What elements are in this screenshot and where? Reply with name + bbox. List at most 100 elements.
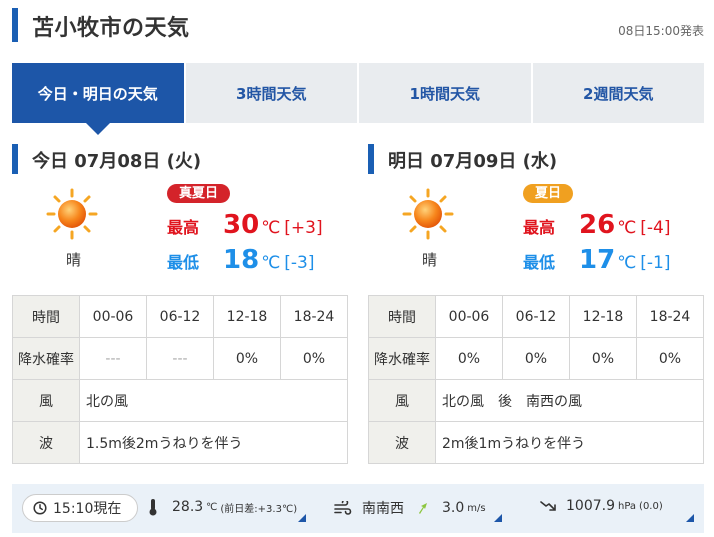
title-accent-bar — [12, 8, 18, 42]
period-cell: 12-18 — [569, 295, 637, 338]
rain-cell: 0% — [636, 337, 704, 380]
table-row: 風 北の風 後 南西の風 — [368, 379, 704, 422]
forecast-table: 時間 00-06 06-12 12-18 18-24 降水確率 0% 0% 0%… — [368, 295, 704, 464]
tab-3hour[interactable]: 3時間天気 — [185, 63, 359, 123]
table-row: 降水確率 --- --- 0% 0% — [12, 337, 348, 380]
clock-icon — [33, 501, 47, 515]
high-temp: 26 — [579, 210, 616, 240]
corner-arrow-icon — [686, 514, 694, 522]
period-cell: 18-24 — [280, 295, 348, 338]
wind-speed: 3.0 — [442, 500, 465, 516]
tomorrow-forecast: 明日 07月09日 (水) 晴 夏日 最高 26 ℃ [-4] 最低 17 ℃ … — [368, 144, 704, 464]
tab-2week[interactable]: 2週間天気 — [532, 63, 704, 123]
forecast-table: 時間 00-06 06-12 12-18 18-24 降水確率 --- --- … — [12, 295, 348, 464]
wind-cell: 北の風 — [79, 379, 348, 422]
low-label: 最低 — [523, 253, 556, 272]
time-header: 時間 — [12, 295, 80, 338]
wave-header: 波 — [368, 421, 436, 464]
wave-cell: 1.5m後2mうねりを伴う — [79, 421, 348, 464]
pressure-diff: (0.0) — [639, 500, 663, 512]
observation-time-button[interactable]: 15:10現在 — [22, 494, 138, 522]
rain-cell: 0% — [280, 337, 348, 380]
day-heading: 今日 07月08日 (火) — [12, 144, 348, 174]
high-temp-row: 最高 30 ℃ [+3] — [167, 210, 323, 242]
high-diff: [+3] — [284, 218, 323, 238]
forecast-tabs: 今日・明日の天気 3時間天気 1時間天気 2週間天気 — [12, 63, 704, 135]
table-row: 波 2m後1mうねりを伴う — [368, 421, 704, 464]
wind-header: 風 — [12, 379, 80, 422]
weather-label: 晴 — [422, 251, 438, 269]
issued-time: 08日15:00発表 — [618, 24, 704, 38]
pressure-value: 1007.9 — [566, 498, 615, 514]
low-diff: [-1] — [640, 253, 671, 273]
heading-accent-bar — [12, 144, 18, 174]
wind-header: 風 — [368, 379, 436, 422]
table-row: 波 1.5m後2mうねりを伴う — [12, 421, 348, 464]
rain-cell: 0% — [569, 337, 637, 380]
low-temp: 18 — [223, 245, 260, 275]
wind-cell: 北の風 後 南西の風 — [435, 379, 704, 422]
period-cell: 06-12 — [146, 295, 214, 338]
current-temp: 28.3 — [172, 499, 204, 515]
tab-1hour[interactable]: 1時間天気 — [359, 63, 533, 123]
period-cell: 06-12 — [502, 295, 570, 338]
high-label: 最高 — [167, 218, 200, 237]
period-cell: 00-06 — [435, 295, 503, 338]
sun-icon — [46, 188, 98, 240]
day-title: 明日 07月09日 (水) — [388, 151, 558, 172]
rain-cell: --- — [79, 337, 147, 380]
table-row: 降水確率 0% 0% 0% 0% — [368, 337, 704, 380]
low-temp-row: 最低 17 ℃ [-1] — [523, 245, 671, 277]
current-observation-bar: 15:10現在 28.3 ℃ (前日差:+3.3℃) 南南西 3.0 m/s 1… — [12, 484, 704, 533]
tab-label: 1時間天気 — [409, 84, 480, 103]
pressure-unit: hPa — [618, 500, 637, 512]
tab-label: 2週間天気 — [583, 84, 654, 103]
heading-accent-bar — [368, 144, 374, 174]
rain-cell: 0% — [435, 337, 503, 380]
thermometer-icon — [149, 499, 157, 516]
temp-diff: (前日差:+3.3℃) — [220, 503, 298, 515]
high-temp-row: 最高 26 ℃ [-4] — [523, 210, 671, 242]
sun-icon — [402, 188, 454, 240]
temperature-item[interactable]: 28.3 ℃ (前日差:+3.3℃) — [148, 498, 297, 516]
low-temp: 17 — [579, 245, 616, 275]
high-diff: [-4] — [640, 218, 671, 238]
rain-header: 降水確率 — [368, 337, 436, 380]
wind-item[interactable]: 南南西 3.0 m/s — [334, 498, 486, 518]
table-row: 風 北の風 — [12, 379, 348, 422]
rain-cell: 0% — [213, 337, 281, 380]
pressure-trend-icon — [540, 501, 556, 511]
corner-arrow-icon — [494, 514, 502, 522]
rain-cell: --- — [146, 337, 214, 380]
temp-unit: ℃ — [261, 253, 281, 273]
tab-label: 今日・明日の天気 — [37, 84, 158, 103]
wind-direction: 南南西 — [362, 501, 404, 517]
wind-icon — [334, 501, 352, 515]
temp-unit: ℃ — [206, 501, 218, 513]
rain-header: 降水確率 — [12, 337, 80, 380]
wind-direction-arrow-icon — [419, 503, 427, 514]
pressure-item[interactable]: 1007.9 hPa (0.0) — [540, 498, 663, 514]
temp-unit: ℃ — [617, 218, 637, 238]
temp-unit: ℃ — [617, 253, 637, 273]
table-row: 時間 00-06 06-12 12-18 18-24 — [368, 295, 704, 338]
high-temp: 30 — [223, 210, 260, 240]
tab-today-tomorrow[interactable]: 今日・明日の天気 — [12, 63, 186, 135]
low-diff: [-3] — [284, 253, 315, 273]
high-label: 最高 — [523, 218, 556, 237]
active-tab-arrow — [85, 123, 110, 135]
table-row: 時間 00-06 06-12 12-18 18-24 — [12, 295, 348, 338]
period-cell: 00-06 — [79, 295, 147, 338]
temp-unit: ℃ — [261, 218, 281, 238]
period-cell: 12-18 — [213, 295, 281, 338]
weather-label: 晴 — [66, 251, 82, 269]
wave-cell: 2m後1mうねりを伴う — [435, 421, 704, 464]
day-title: 今日 07月08日 (火) — [32, 151, 202, 172]
summer-day-badge: 夏日 — [523, 184, 574, 203]
page-title: 苫小牧市の天気 — [32, 16, 190, 41]
corner-arrow-icon — [298, 514, 306, 522]
low-temp-row: 最低 18 ℃ [-3] — [167, 245, 315, 277]
wave-header: 波 — [12, 421, 80, 464]
time-header: 時間 — [368, 295, 436, 338]
period-cell: 18-24 — [636, 295, 704, 338]
